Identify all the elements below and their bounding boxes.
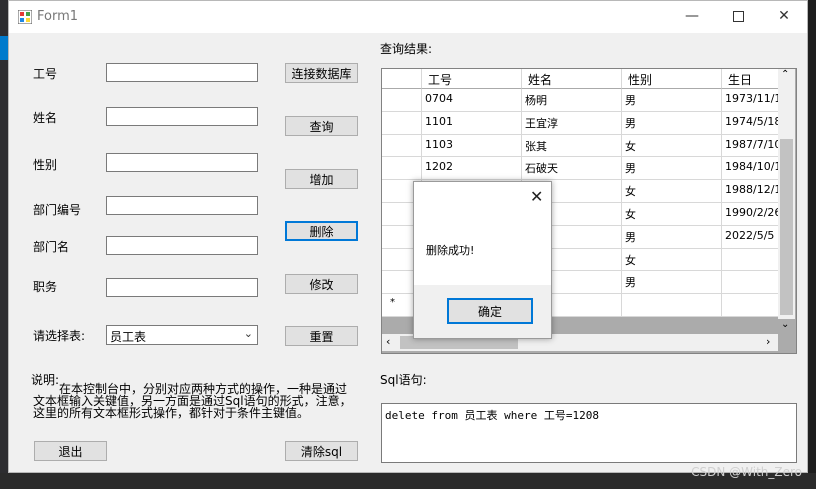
label-gender: 性别 — [33, 158, 58, 172]
dialog-close-icon[interactable]: ✕ — [530, 187, 543, 206]
add-button[interactable]: 增加 — [285, 169, 358, 189]
position-input[interactable] — [106, 278, 258, 297]
connect-db-button[interactable]: 连接数据库 — [285, 63, 358, 83]
grid-cell[interactable]: 1984/10/1 — [722, 157, 782, 181]
chevron-down-icon: ⌄ — [243, 327, 253, 340]
maximize-icon — [732, 10, 744, 22]
label-dept-no: 部门编号 — [33, 203, 82, 217]
minimize-icon: — — [685, 8, 699, 24]
title-bar: Form1 — ✕ — [9, 1, 807, 33]
scroll-left-icon: ‹ — [386, 335, 391, 348]
grid-cell[interactable]: 女 — [622, 180, 722, 203]
grid-cell[interactable]: 女 — [622, 203, 722, 226]
grid-cell[interactable]: 张其 — [522, 134, 622, 158]
gender-input[interactable] — [106, 153, 258, 172]
grid-cell[interactable]: 女 — [622, 248, 722, 272]
grid-cell[interactable]: 男 — [622, 89, 722, 112]
grid-row-header[interactable] — [382, 134, 422, 158]
reset-button[interactable]: 重置 — [285, 326, 358, 346]
label-id: 工号 — [33, 67, 58, 81]
maximize-button[interactable] — [715, 1, 761, 31]
grid-cell[interactable]: 1103 — [422, 134, 522, 158]
grid-column-header[interactable]: 性别 — [622, 69, 722, 89]
app-icon — [18, 10, 32, 24]
grid-cell[interactable]: 男 — [622, 271, 722, 295]
close-icon: ✕ — [778, 8, 790, 24]
dialog-ok-button[interactable]: 确定 — [447, 298, 533, 324]
id-input[interactable] — [106, 63, 258, 82]
grid-cell[interactable]: 男 — [622, 225, 722, 249]
result-label: 查询结果: — [380, 42, 433, 56]
grid-cell[interactable]: 1202 — [422, 157, 522, 181]
vertical-scrollbar[interactable]: ⌃ ⌄ — [778, 69, 795, 330]
grid-cell[interactable]: 1974/5/18 — [722, 111, 782, 135]
grid-cell[interactable]: 2022/5/5 — [722, 225, 782, 249]
grid-cell[interactable]: 女 — [622, 134, 722, 158]
name-input[interactable] — [106, 107, 258, 126]
exit-button[interactable]: 退出 — [34, 441, 107, 461]
label-position: 职务 — [33, 280, 58, 294]
window-title: Form1 — [37, 9, 79, 24]
grid-corner-header[interactable] — [382, 69, 422, 89]
message-dialog: ✕ 删除成功! 确定 — [413, 181, 552, 339]
grid-row-header[interactable] — [382, 111, 422, 135]
grid-cell[interactable]: 0704 — [422, 89, 522, 112]
grid-new-row-cell[interactable] — [622, 294, 722, 317]
ide-left-strip-accent — [0, 36, 8, 60]
dept-no-input[interactable] — [106, 196, 258, 215]
grid-cell[interactable]: 石破天 — [522, 157, 622, 181]
scroll-down-icon: ⌄ — [781, 319, 790, 330]
grid-cell[interactable]: 杨明 — [522, 89, 622, 112]
grid-row-header[interactable] — [382, 89, 422, 112]
label-dept-name: 部门名 — [33, 240, 70, 254]
sql-label: Sql语句: — [380, 373, 427, 387]
scroll-right-icon: › — [766, 335, 771, 348]
grid-row-header[interactable] — [382, 157, 422, 181]
dept-name-input[interactable] — [106, 236, 258, 255]
grid-cell[interactable] — [722, 248, 782, 272]
grid-cell[interactable] — [722, 271, 782, 295]
grid-cell[interactable]: 1990/2/26 — [722, 203, 782, 226]
grid-new-row-cell[interactable] — [722, 294, 782, 317]
table-select-value: 员工表 — [110, 330, 147, 344]
grid-cell[interactable]: 男 — [622, 111, 722, 135]
grid-cell[interactable]: 1988/12/1 — [722, 180, 782, 203]
vertical-scroll-thumb[interactable] — [780, 139, 793, 315]
ide-left-strip — [0, 0, 8, 489]
grid-cell[interactable]: 1973/11/1 — [722, 89, 782, 112]
grid-cell[interactable]: 1987/7/10 — [722, 134, 782, 158]
label-name: 姓名 — [33, 111, 58, 125]
sql-textbox[interactable]: delete from 员工表 where 工号=1208 — [381, 403, 797, 463]
grid-column-header[interactable]: 工号 — [422, 69, 522, 89]
grid-column-header[interactable]: 姓名 — [522, 69, 622, 89]
query-button[interactable]: 查询 — [285, 116, 358, 136]
grid-cell[interactable]: 王宜淳 — [522, 111, 622, 135]
minimize-button[interactable]: — — [669, 1, 715, 31]
modify-button[interactable]: 修改 — [285, 274, 358, 294]
scroll-up-icon: ⌃ — [781, 69, 790, 80]
grid-cell[interactable]: 男 — [622, 157, 722, 181]
dialog-message: 删除成功! — [426, 244, 475, 257]
label-select-table: 请选择表: — [33, 329, 86, 343]
grid-column-header[interactable]: 生日 — [722, 69, 782, 89]
clear-sql-button[interactable]: 清除sql — [285, 441, 358, 461]
description-title: 说明: — [31, 373, 60, 387]
watermark: CSDN @With_Zero — [691, 465, 802, 479]
description-line-3: 这里的所有文本框形式操作，都针对于条件主键值。 — [33, 406, 310, 420]
form-window: Form1 — ✕ 工号 姓名 性别 部门编号 部门名 职务 请选择表: 员工表… — [8, 0, 808, 473]
grid-cell[interactable]: 1101 — [422, 111, 522, 135]
close-button[interactable]: ✕ — [761, 1, 807, 31]
delete-button[interactable]: 删除 — [285, 221, 358, 241]
table-select[interactable]: 员工表 ⌄ — [106, 325, 258, 345]
